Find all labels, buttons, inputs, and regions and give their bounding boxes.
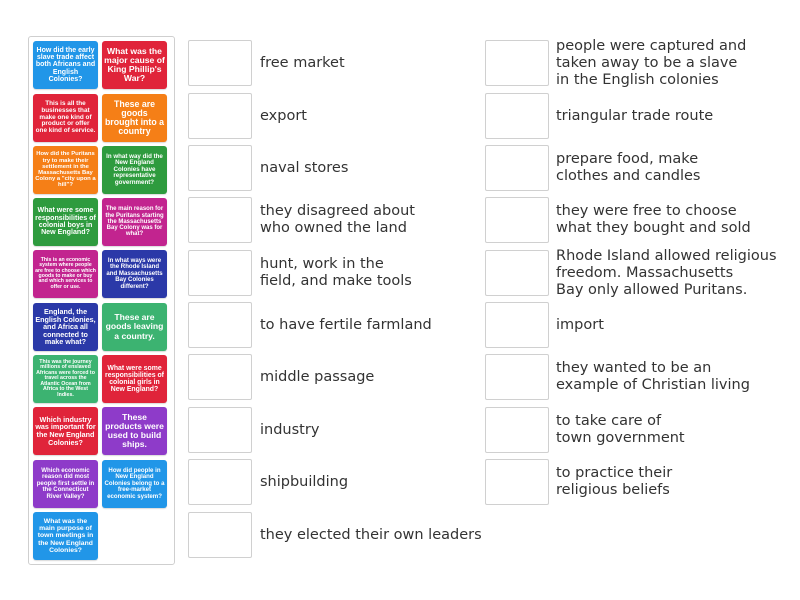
question-card-text: Which industry was important for the New… (35, 414, 96, 447)
right-drop-zone[interactable] (485, 459, 549, 505)
left-drop-zone[interactable] (188, 512, 252, 558)
question-card[interactable]: These are goods leaving a country. (102, 303, 167, 351)
left-answer-label: middle passage (260, 368, 375, 385)
question-card[interactable]: What was the major cause of King Phillip… (102, 41, 167, 89)
right-drop-zone[interactable] (485, 302, 549, 348)
left-drop-zone[interactable] (188, 250, 252, 296)
left-drop-zone[interactable] (188, 40, 252, 86)
left-answer-label: they disagreed about who owned the land (260, 203, 415, 236)
right-drop-zone[interactable] (485, 197, 549, 243)
question-card[interactable]: These products were used to build ships. (102, 407, 167, 455)
question-card[interactable]: What was the main purpose of town meetin… (33, 512, 98, 560)
right-drop-zone[interactable] (485, 145, 549, 191)
question-card-text: How did the Puritans try to make their s… (35, 151, 96, 189)
question-card-text: Which economic reason did most people fi… (36, 467, 95, 500)
left-answer-label: export (260, 107, 307, 124)
cards-panel: How did the early slave trade affect bot… (28, 36, 175, 565)
left-drop-zone[interactable] (188, 354, 252, 400)
left-drop-zone[interactable] (188, 407, 252, 453)
right-answer-label: triangular trade route (556, 107, 714, 124)
question-card-text: What were some responsibilities of colon… (35, 206, 96, 237)
question-card[interactable]: The main reason for the Puritans startin… (102, 198, 167, 246)
question-card[interactable]: This was the journey millions of enslave… (33, 355, 98, 403)
question-card[interactable]: What were some responsibilities of colon… (102, 355, 167, 403)
right-drop-zone[interactable] (485, 407, 549, 453)
right-answer-label: to practice their religious beliefs (556, 465, 673, 498)
left-answer-label: shipbuilding (260, 473, 349, 490)
question-card-text: How did the early slave trade affect bot… (35, 46, 96, 84)
left-drop-zone[interactable] (188, 93, 252, 139)
question-card[interactable]: Which economic reason did most people fi… (33, 460, 98, 508)
left-answer-label: hunt, work in the field, and make tools (260, 256, 412, 289)
question-card-text: This is an economic system where people … (35, 256, 96, 290)
question-card-text: These products were used to build ships. (105, 411, 164, 450)
right-answer-label: people were captured and taken away to b… (556, 37, 747, 88)
left-drop-zone[interactable] (188, 459, 252, 505)
question-card-text: What was the main purpose of town meetin… (37, 518, 94, 554)
right-answer-label: to take care of town government (556, 413, 685, 446)
right-answer-label: they wanted to be an example of Christia… (556, 360, 750, 393)
left-drop-zone[interactable] (188, 197, 252, 243)
question-card-text: What were some responsibilities of colon… (105, 364, 164, 394)
right-answer-label: Rhode Island allowed religious freedom. … (556, 247, 777, 298)
question-card[interactable]: Which industry was important for the New… (33, 407, 98, 455)
question-card[interactable]: This is an economic system where people … (33, 250, 98, 298)
right-drop-zone[interactable] (485, 40, 549, 86)
question-card-text: These are goods brought into a country (104, 98, 165, 137)
question-card[interactable]: This is all the businesses that make one… (33, 94, 98, 142)
question-card[interactable]: England, the English Colonies, and Afric… (33, 303, 98, 351)
right-answer-label: prepare food, make clothes and candles (556, 151, 701, 184)
left-answer-label: free market (260, 54, 345, 71)
right-answer-label: import (556, 316, 604, 333)
left-drop-zone[interactable] (188, 302, 252, 348)
right-drop-zone[interactable] (485, 250, 549, 296)
question-card[interactable]: These are goods brought into a country (102, 94, 167, 142)
left-drop-zone[interactable] (188, 145, 252, 191)
question-card-text: This was the journey millions of enslave… (36, 358, 95, 398)
left-answer-label: industry (260, 421, 320, 438)
question-card[interactable]: What were some responsibilities of colon… (33, 198, 98, 246)
left-answer-label: naval stores (260, 159, 349, 176)
question-card-text: What was the major cause of King Phillip… (104, 45, 165, 84)
question-card[interactable]: How did people in New England Colonies b… (102, 460, 167, 508)
question-card-text: The main reason for the Puritans startin… (105, 206, 164, 238)
left-answer-label: they elected their own leaders (260, 526, 482, 543)
question-card[interactable]: In what ways were the Rhode Island and M… (102, 250, 167, 298)
question-card-text: In what ways were the Rhode Island and M… (106, 257, 163, 290)
question-card-text: How did people in New England Colonies b… (104, 467, 165, 500)
question-card[interactable]: How did the early slave trade affect bot… (33, 41, 98, 89)
question-card[interactable]: How did the Puritans try to make their s… (33, 146, 98, 194)
right-drop-zone[interactable] (485, 93, 549, 139)
right-answer-label: they were free to choose what they bough… (556, 203, 751, 236)
question-card-text: These are goods leaving a country. (105, 312, 164, 341)
question-card-text: England, the English Colonies, and Afric… (35, 307, 96, 347)
left-answer-label: to have fertile farmland (260, 316, 432, 333)
question-card-text: In what way did the New England Colonies… (106, 152, 163, 186)
right-drop-zone[interactable] (485, 354, 549, 400)
question-card-text: This is all the businesses that make one… (35, 100, 96, 135)
question-card[interactable]: In what way did the New England Colonies… (102, 146, 167, 194)
